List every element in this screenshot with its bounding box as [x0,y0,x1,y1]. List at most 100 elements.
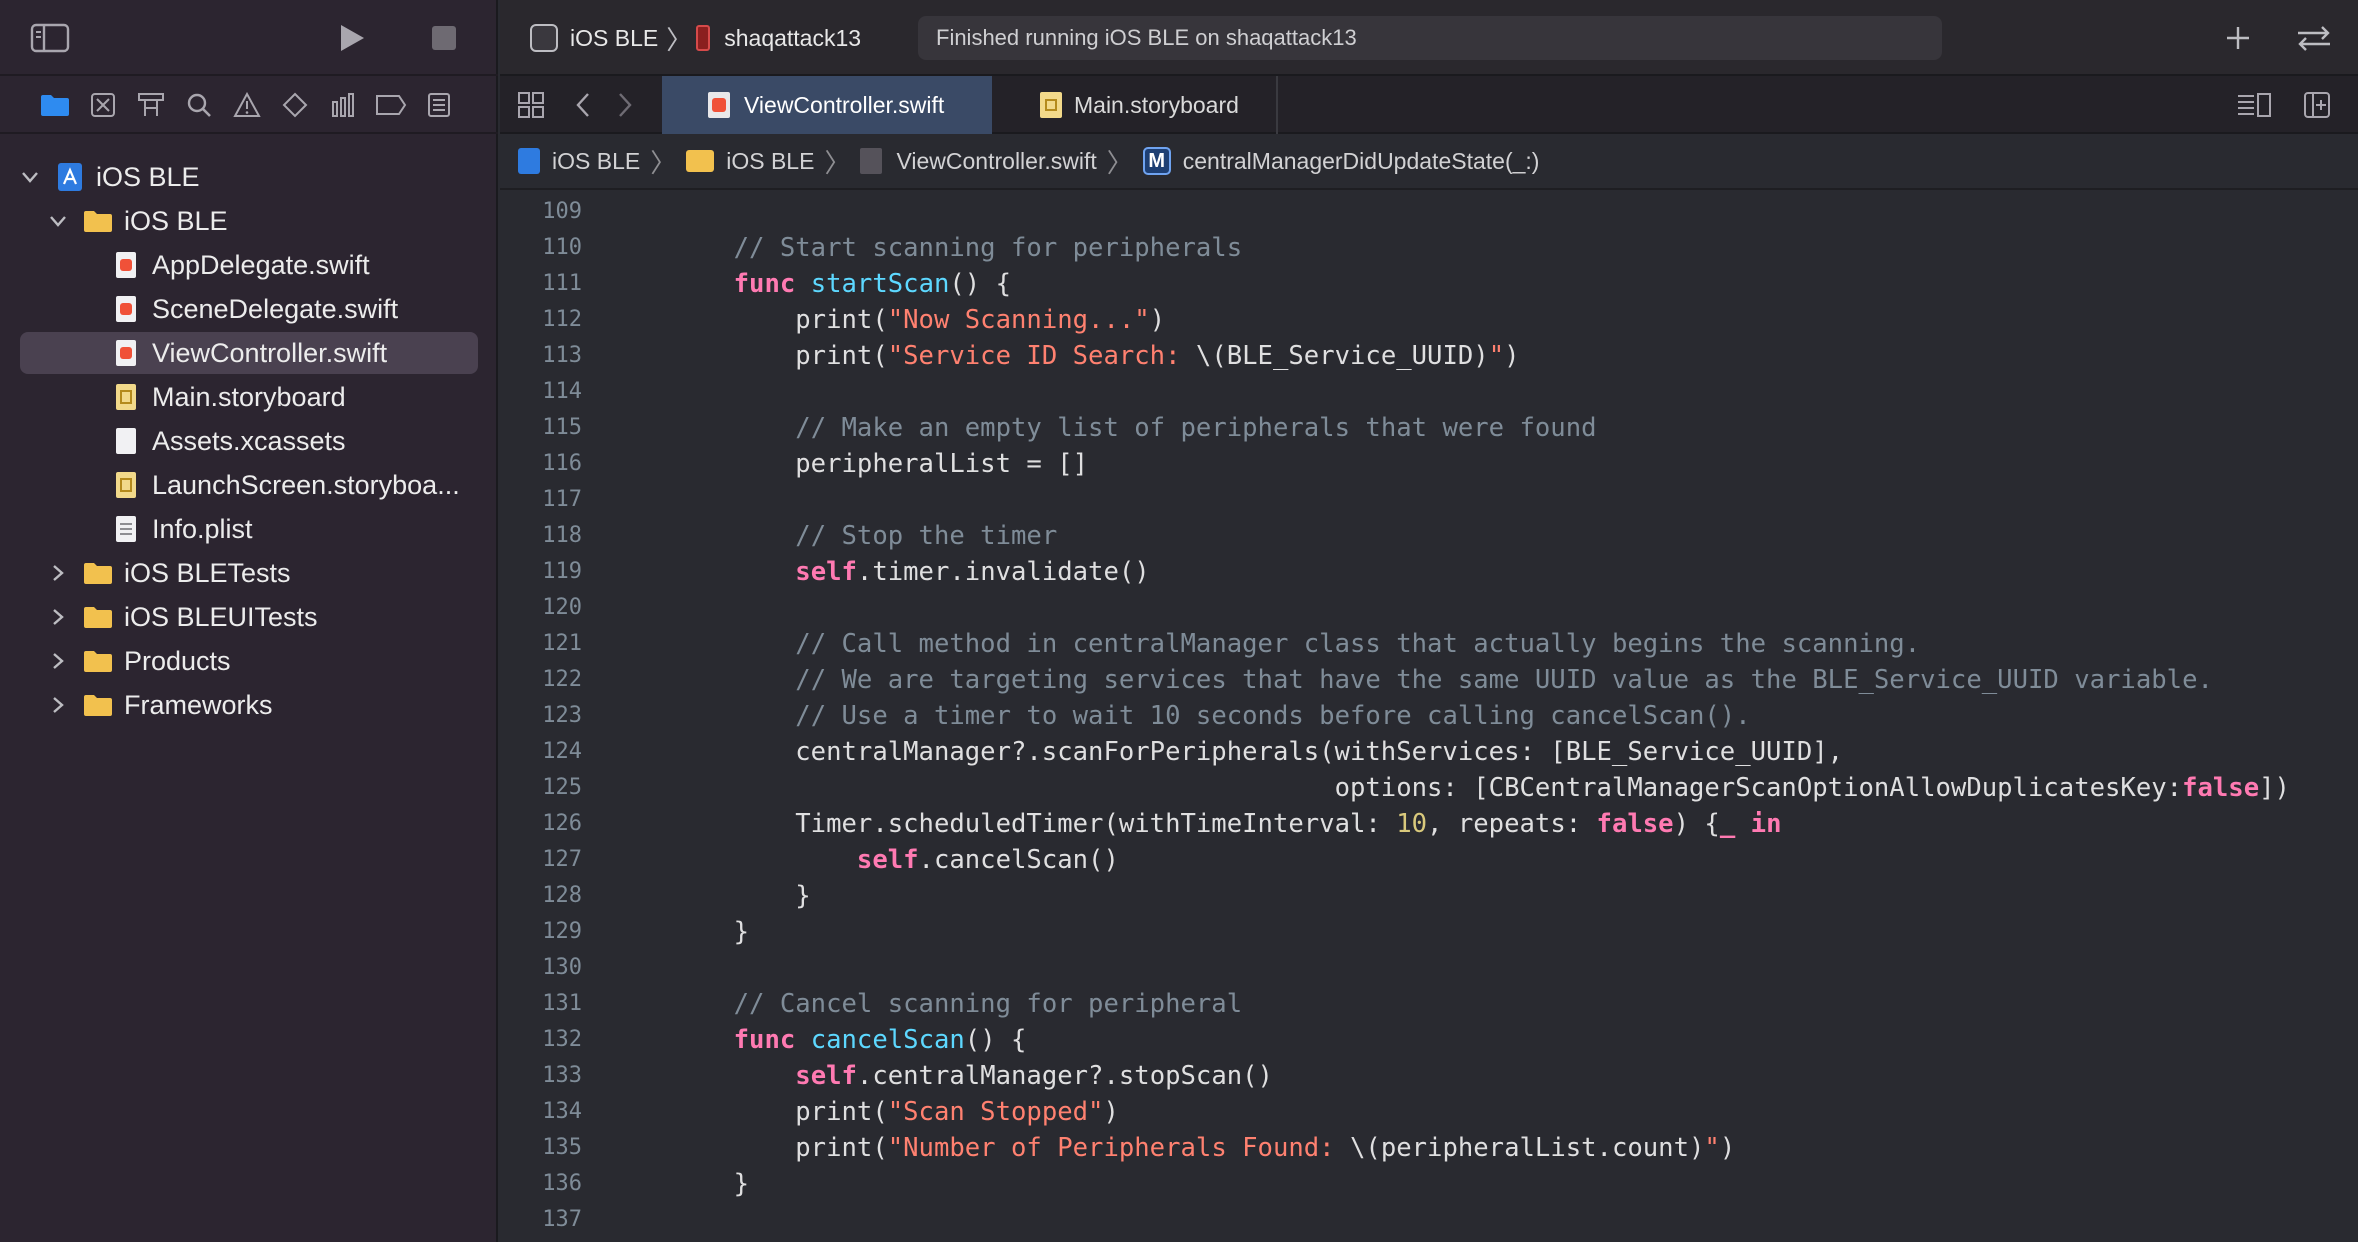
tree-item[interactable]: iOS BLEUITests [20,596,478,638]
tree-item[interactable]: Main.storyboard [20,376,478,418]
breadcrumb-file[interactable]: ViewController.swift [860,148,1097,175]
tree-item[interactable]: Frameworks [20,684,478,726]
tree-item[interactable]: ViewController.swift [20,332,478,374]
stop-button[interactable] [428,22,460,54]
find-icon[interactable] [184,90,214,120]
tree-item[interactable]: iOS BLE [20,156,478,198]
storyboard-file-icon [1040,92,1062,118]
chevron-right-icon: 〉 [824,147,851,178]
tree-item[interactable]: LaunchScreen.storyboa... [20,464,478,506]
source-editor[interactable]: 109 110 // Start scanning for peripherals… [500,192,2358,1242]
breadcrumb-project[interactable]: iOS BLE [518,148,640,175]
tree-item-label: SceneDelegate.swift [152,293,399,324]
code-line[interactable]: 119 self.timer.invalidate() [500,554,2358,590]
forward-arrow-icon[interactable] [610,88,640,122]
chevron-right-icon[interactable] [46,605,70,629]
code-token: .cancelScan() [918,845,1119,875]
code-token: " [1704,1133,1720,1163]
issue-icon[interactable] [232,90,262,120]
run-button[interactable] [334,20,370,56]
code-line[interactable]: 109 [500,194,2358,230]
grid-icon[interactable] [514,88,548,122]
tree-item[interactable]: SceneDelegate.swift [20,288,478,330]
code-line[interactable]: 126 Timer.scheduledTimer(withTimeInterva… [500,806,2358,842]
code-line[interactable]: 122 // We are targeting services that ha… [500,662,2358,698]
code-line[interactable]: 137 [500,1202,2358,1238]
chevron-right-icon[interactable] [46,693,70,717]
code-line[interactable]: 134 print("Scan Stopped") [500,1094,2358,1130]
folder-icon [686,150,715,172]
tree-item[interactable]: Products [20,640,478,682]
line-number: 117 [542,487,582,512]
chevron-down-icon[interactable] [18,165,42,189]
code-line[interactable]: 125 options: [CBCentralManagerScanOption… [500,770,2358,806]
source-control-icon[interactable] [88,90,118,120]
tree-item[interactable]: Assets.xcassets [20,420,478,462]
code-line[interactable]: 127 self.cancelScan() [500,842,2358,878]
tab-main-storyboard[interactable]: Main.storyboard [992,76,1278,134]
scheme-selector[interactable]: iOS BLE 〉 shaqattack13 [530,20,861,56]
toggle-sidebar-icon[interactable] [28,20,72,56]
code-text: print("Service ID Search: \(BLE_Service_… [672,338,1519,374]
folder-icon[interactable] [38,90,72,120]
code-line[interactable]: 129 } [500,914,2358,950]
code-text: // Call method in centralManager class t… [672,626,1920,662]
code-line[interactable]: 115 // Make an empty list of peripherals… [500,410,2358,446]
code-token: func [733,269,796,299]
breadcrumb-method[interactable]: M centralManagerDidUpdateState(_:) [1142,147,1539,175]
code-line[interactable]: 130 [500,950,2358,986]
code-line[interactable]: 136 } [500,1166,2358,1202]
code-line[interactable]: 120 [500,590,2358,626]
code-line[interactable]: 113 print("Service ID Search: \(BLE_Serv… [500,338,2358,374]
line-number: 119 [542,559,582,584]
code-line[interactable]: 118 // Stop the timer [500,518,2358,554]
breakpoint-icon[interactable] [374,90,408,120]
code-token: peripheralList = [] [672,449,1089,479]
back-arrow-icon[interactable] [568,88,598,122]
code-line[interactable]: 111 func startScan() { [500,266,2358,302]
chevron-right-icon: 〉 [650,147,677,178]
swift-file-icon [708,92,730,118]
code-line[interactable]: 116 peripheralList = [] [500,446,2358,482]
tree-item[interactable]: iOS BLETests [20,552,478,594]
tree-item[interactable]: iOS BLE [20,200,478,242]
code-text: print("Number of Peripherals Found: \(pe… [672,1130,1735,1166]
code-token: // Call method in centralManager class t… [795,629,1921,659]
code-line[interactable]: 110 // Start scanning for peripherals [500,230,2358,266]
code-text: // Start scanning for peripherals [672,230,1243,266]
code-line[interactable]: 124 centralManager?.scanForPeripherals(w… [500,734,2358,770]
test-icon[interactable] [280,90,310,120]
code-line[interactable]: 128 } [500,878,2358,914]
code-token: , repeats: [1427,809,1597,839]
debug-icon[interactable] [328,90,358,120]
tree-item[interactable]: AppDelegate.swift [20,244,478,286]
report-icon[interactable] [424,90,454,120]
plist-file-icon [110,513,142,545]
add-editor-icon[interactable] [2300,88,2334,122]
code-line[interactable]: 112 print("Now Scanning...") [500,302,2358,338]
chevron-right-icon[interactable] [46,561,70,585]
breadcrumb-folder[interactable]: iOS BLE [686,148,814,175]
code-line[interactable]: 132 func cancelScan() { [500,1022,2358,1058]
code-line[interactable]: 133 self.centralManager?.stopScan() [500,1058,2358,1094]
code-token: cancelScan [810,1025,965,1055]
code-text: } [672,914,749,950]
tab-viewcontroller-swift[interactable]: ViewController.swift [662,76,992,134]
code-line[interactable]: 114 [500,374,2358,410]
code-line[interactable]: 117 [500,482,2358,518]
symbol-icon[interactable] [136,90,166,120]
code-line[interactable]: 131 // Cancel scanning for peripheral [500,986,2358,1022]
editor-options-icon[interactable] [2234,88,2274,122]
code-line[interactable]: 135 print("Number of Peripherals Found: … [500,1130,2358,1166]
chevron-down-icon[interactable] [46,209,70,233]
code-line[interactable]: 123 // Use a timer to wait 10 seconds be… [500,698,2358,734]
tree-item[interactable]: Info.plist [20,508,478,550]
line-number: 132 [542,1027,582,1052]
add-icon[interactable] [2220,20,2256,56]
code-token: ]) [2259,773,2290,803]
chevron-right-icon[interactable] [46,649,70,673]
swap-arrows-icon[interactable] [2292,20,2336,56]
tab-label: Main.storyboard [1074,91,1239,118]
code-line[interactable]: 121 // Call method in centralManager cla… [500,626,2358,662]
